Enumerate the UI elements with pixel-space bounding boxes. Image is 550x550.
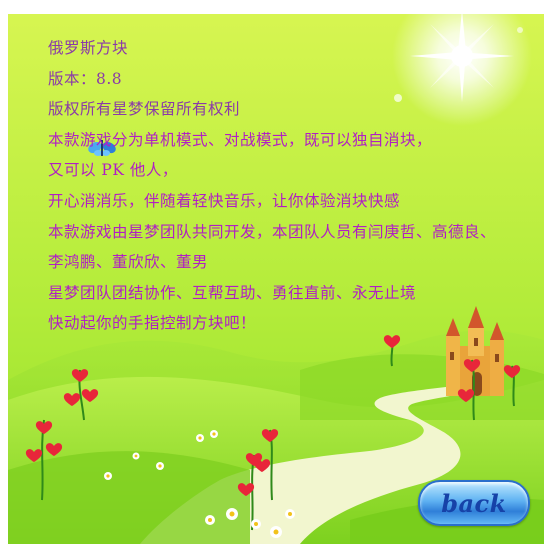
description-line: 开心消消乐，伴随着轻快音乐，让你体验消块快感 <box>48 191 401 210</box>
info-text: 俄罗斯方块 版本：8.8 版权所有星梦保留所有权利 本款游戏分为单机模式、对战模… <box>48 33 528 339</box>
back-button-label: back <box>441 488 507 518</box>
copyright-text: 版权所有星梦保留所有权利 <box>48 100 241 119</box>
game-title: 俄罗斯方块 <box>48 39 129 57</box>
version-text: 版本：8.8 <box>48 69 123 88</box>
description-line: 快动起你的手指控制方块吧！ <box>48 314 257 333</box>
back-button[interactable]: back <box>418 480 530 526</box>
description-line: 本款游戏由星梦团队共同开发，本团队人员有闫庚哲、高德良、 <box>48 222 497 241</box>
about-screen: 俄罗斯方块 版本：8.8 版权所有星梦保留所有权利 本款游戏分为单机模式、对战模… <box>0 0 550 550</box>
description-line: 又可以 PK 他人， <box>48 161 178 180</box>
description-line: 星梦团队团结协作、互帮互助、勇往直前、永无止境 <box>48 283 417 302</box>
description-line: 李鸿鹏、董欣欣、董男 <box>48 253 209 272</box>
description-line: 本款游戏分为单机模式、对战模式，既可以独自消块， <box>48 130 433 149</box>
